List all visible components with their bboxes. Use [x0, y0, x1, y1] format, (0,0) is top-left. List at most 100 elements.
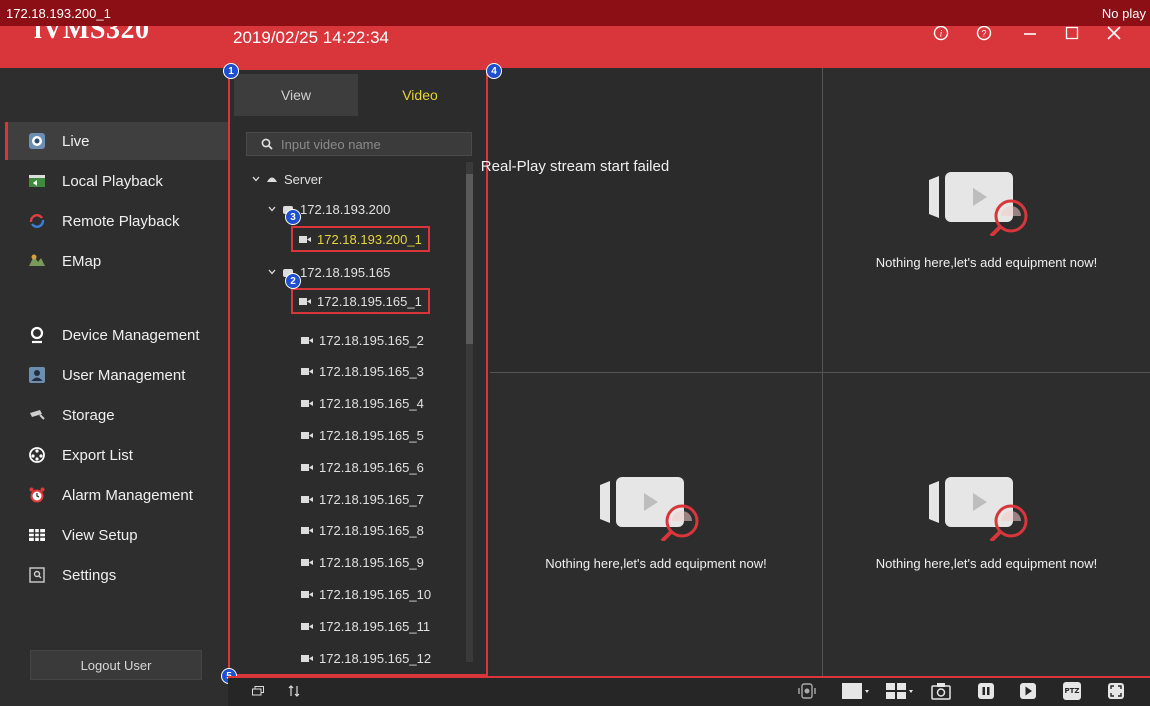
- video-window-4[interactable]: Nothing here,let's add equipment now!: [823, 373, 1150, 676]
- empty-message: Nothing here,let's add equipment now!: [875, 556, 1098, 571]
- fullscreen-icon[interactable]: [1105, 680, 1127, 702]
- svg-text:?: ?: [981, 29, 986, 39]
- remote-playback-icon: [26, 210, 48, 232]
- stream-icon[interactable]: [796, 680, 818, 702]
- tree-channel[interactable]: 172.18.195.165_9: [301, 552, 424, 574]
- camera-icon: [301, 495, 313, 504]
- sidebar-item-user-management[interactable]: User Management: [8, 356, 228, 394]
- chevron-down-icon[interactable]: [268, 205, 276, 213]
- tree-label: 172.18.195.165_5: [319, 427, 424, 443]
- svg-text:i: i: [940, 29, 943, 39]
- tab-video[interactable]: Video: [358, 74, 482, 116]
- tab-view[interactable]: View: [234, 74, 358, 116]
- tree-label: 172.18.193.200: [300, 201, 391, 217]
- map-icon: [26, 250, 48, 272]
- video-window-2[interactable]: Nothing here,let's add equipment now!: [823, 68, 1150, 372]
- sidebar-item-label: Storage: [62, 406, 115, 424]
- single-window-icon[interactable]: [840, 680, 872, 702]
- tree-label: 172.18.195.165: [300, 264, 391, 280]
- tree-label: 172.18.195.165_4: [319, 396, 424, 412]
- camera-icon: [301, 558, 313, 567]
- sidebar-item-storage[interactable]: Storage: [8, 396, 228, 434]
- chevron-down-icon[interactable]: [268, 268, 276, 276]
- camera-icon: [301, 431, 313, 440]
- callout-badge: 1: [223, 63, 239, 79]
- sidebar-item-export-list[interactable]: Export List: [8, 436, 228, 474]
- export-list-icon: [26, 444, 48, 466]
- video-channel-name: 172.18.193.200_1: [6, 6, 111, 21]
- search-icon: [261, 138, 273, 150]
- ptz-icon[interactable]: PTZ: [1061, 680, 1083, 702]
- sidebar-item-label: Settings: [62, 566, 117, 584]
- sidebar-item-label: View Setup: [62, 526, 138, 544]
- play-icon[interactable]: [1017, 680, 1039, 702]
- callout-badge: 2: [285, 273, 301, 289]
- sort-icon[interactable]: [286, 680, 302, 702]
- search-input[interactable]: [279, 135, 463, 153]
- sidebar-item-live[interactable]: Live: [5, 122, 228, 160]
- sidebar-item-label: Device Management: [62, 326, 200, 344]
- tree-channel[interactable]: 172.18.195.165_1: [291, 288, 430, 314]
- scrollbar-thumb[interactable]: [466, 174, 473, 344]
- callout-badge: 4: [486, 63, 502, 79]
- tree-channel[interactable]: 172.18.195.165_7: [301, 488, 424, 510]
- camera-icon: [301, 367, 313, 376]
- camera-icon: [301, 399, 313, 408]
- video-window-header: 172.18.193.200_1 No play: [0, 0, 1150, 26]
- tree-label: 172.18.195.165_7: [319, 491, 424, 507]
- sidebar-item-device-management[interactable]: Device Management: [8, 316, 228, 354]
- tree-channel[interactable]: 172.18.195.165_6: [301, 456, 424, 478]
- settings-icon: [26, 564, 48, 586]
- tree-channel[interactable]: 172.18.195.165_8: [301, 520, 424, 542]
- tree-label: 172.18.195.165_11: [319, 618, 431, 634]
- live-camera-icon: [26, 130, 48, 152]
- view-setup-icon: [26, 524, 48, 546]
- tree-scrollbar[interactable]: [466, 162, 473, 662]
- tree-channel[interactable]: 172.18.195.165_5: [301, 424, 424, 446]
- sidebar-item-emap[interactable]: EMap: [8, 242, 228, 280]
- camera-icon: [301, 336, 313, 345]
- window-restore-icon[interactable]: [250, 680, 266, 702]
- camera-icon: [299, 297, 311, 306]
- sidebar-item-remote-playback[interactable]: Remote Playback: [8, 202, 228, 240]
- camera-icon: [301, 590, 313, 599]
- empty-video-icon: [929, 172, 1028, 236]
- stop-all-icon[interactable]: [975, 680, 997, 702]
- sidebar-item-label: Local Playback: [62, 172, 163, 190]
- empty-message: Nothing here,let's add equipment now!: [875, 255, 1098, 270]
- sidebar-item-alarm-management[interactable]: Alarm Management: [8, 476, 228, 514]
- tree-channel[interactable]: 172.18.195.165_3: [301, 361, 424, 383]
- camera-icon: [299, 235, 311, 244]
- tree-channel[interactable]: 172.18.195.165_4: [301, 393, 424, 415]
- alarm-clock-icon: [26, 484, 48, 506]
- device-management-icon: [26, 324, 48, 346]
- search-box: [246, 132, 472, 156]
- tree-label: 172.18.195.165_6: [319, 459, 424, 475]
- sidebar-item-label: Remote Playback: [62, 212, 180, 230]
- tree-label: 172.18.195.165_3: [319, 364, 424, 380]
- split-screen-icon[interactable]: [884, 680, 916, 702]
- empty-video-icon: [600, 477, 699, 541]
- sidebar-item-label: EMap: [62, 252, 102, 270]
- tree-channel[interactable]: 172.18.195.165_10: [301, 583, 431, 605]
- datetime-display: 2019/02/25 14:22:34: [233, 28, 389, 47]
- tree-channel[interactable]: 172.18.195.165_2: [301, 329, 424, 351]
- video-window-3[interactable]: Nothing here,let's add equipment now!: [490, 373, 822, 676]
- sidebar-item-label: User Management: [62, 366, 186, 384]
- user-management-icon: [26, 364, 48, 386]
- sidebar-item-settings[interactable]: Settings: [8, 556, 228, 594]
- tree-label: 172.18.195.165_1: [317, 293, 422, 309]
- tree-label: 172.18.195.165_9: [319, 555, 424, 571]
- logout-button[interactable]: Logout User: [30, 650, 202, 680]
- tree-channel[interactable]: 172.18.195.165_12: [301, 647, 431, 669]
- empty-video-icon: [929, 477, 1028, 541]
- bottom-toolbar: [228, 676, 1150, 706]
- sidebar-item-view-setup[interactable]: View Setup: [8, 516, 228, 554]
- server-icon: [266, 175, 278, 183]
- chevron-down-icon[interactable]: [252, 175, 260, 183]
- tree-channel-selected[interactable]: 172.18.193.200_1: [291, 226, 430, 252]
- tree-channel[interactable]: 172.18.195.165_11: [301, 615, 430, 637]
- video-status: No play: [1101, 6, 1146, 21]
- snapshot-icon[interactable]: [930, 680, 952, 702]
- callout-badge: 3: [285, 209, 301, 225]
